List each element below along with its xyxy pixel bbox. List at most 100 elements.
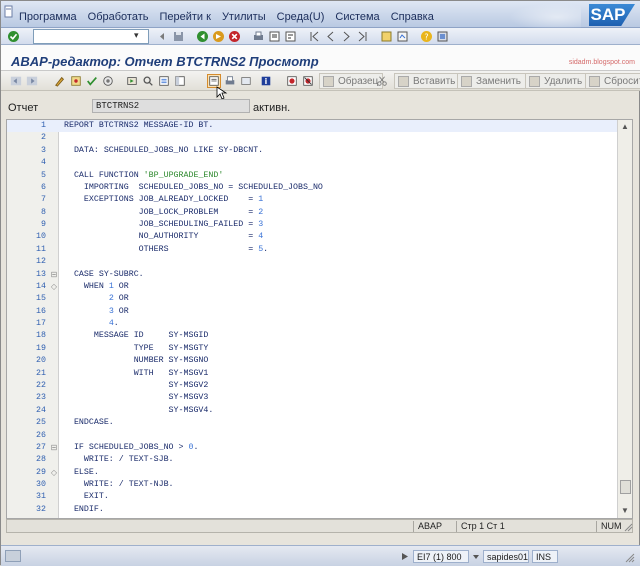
menu-item[interactable]: Справка xyxy=(391,11,434,23)
back-icon[interactable] xyxy=(196,30,209,43)
where-used-icon[interactable] xyxy=(141,74,155,88)
status-bar: EI7 (1) 800 sapides01 INS xyxy=(1,545,640,566)
code-line[interactable]: 2 xyxy=(7,132,617,144)
forward-nav-icon[interactable] xyxy=(25,74,39,88)
help-icon[interactable]: ? xyxy=(420,30,433,43)
code-line[interactable]: 1 REPORT BTCTRNS2 MESSAGE-ID BT. xyxy=(7,120,617,132)
code-line[interactable]: 15 2 OR xyxy=(7,293,617,305)
code-line[interactable]: 22 SY-MSGV2 xyxy=(7,380,617,392)
fullscreen-icon[interactable] xyxy=(239,74,253,88)
code-line[interactable]: 13 ⊟ CASE SY-SUBRC. xyxy=(7,269,617,281)
replace-button[interactable]: Заменить xyxy=(457,73,526,89)
fold-marker-icon[interactable]: ⊟ xyxy=(50,443,58,453)
code-line[interactable]: 28 WRITE: / TEXT-SJB. xyxy=(7,454,617,466)
test-run-icon[interactable] xyxy=(125,74,139,88)
menu-item[interactable]: Утилиты xyxy=(222,11,266,23)
menu-item[interactable]: Среда(U) xyxy=(277,11,325,23)
code-line[interactable]: 14 ◇ WHEN 1 OR xyxy=(7,281,617,293)
delete-breakpoint-icon[interactable] xyxy=(301,74,315,88)
back-arrow-small-icon[interactable] xyxy=(156,30,169,43)
fold-marker-icon[interactable]: ◇ xyxy=(50,282,58,292)
print-icon[interactable] xyxy=(252,30,265,43)
reset-button[interactable]: Сбросит xyxy=(585,73,640,89)
code-line[interactable]: 6 IMPORTING SCHEDULED_JOBS_NO = SCHEDULE… xyxy=(7,182,617,194)
code-line[interactable]: 16 3 OR xyxy=(7,306,617,318)
next-page-icon[interactable] xyxy=(340,30,353,43)
exit-icon[interactable] xyxy=(212,30,225,43)
object-list-icon[interactable] xyxy=(157,74,171,88)
code-line[interactable]: 25 ENDCASE. xyxy=(7,417,617,429)
code-line[interactable]: 8 JOB_LOCK_PROBLEM = 2 xyxy=(7,207,617,219)
scroll-up-icon[interactable]: ▲ xyxy=(621,122,629,131)
menu-item[interactable]: Система xyxy=(335,11,379,23)
system-dropdown-icon[interactable] xyxy=(472,553,480,561)
scrollbar-thumb[interactable] xyxy=(620,480,631,494)
cut-icon[interactable] xyxy=(375,74,389,88)
fold-marker-icon xyxy=(50,406,58,416)
code-line[interactable]: 24 SY-MSGV4. xyxy=(7,405,617,417)
code-line[interactable]: 4 xyxy=(7,157,617,169)
program-name-field[interactable]: BTCTRNS2 xyxy=(92,99,250,113)
command-field-history-icon[interactable]: ▾ xyxy=(134,30,139,41)
code-line[interactable]: 12 xyxy=(7,256,617,268)
code-line[interactable]: 17 4. xyxy=(7,318,617,330)
fold-marker-icon[interactable]: ⊟ xyxy=(50,270,58,280)
back-nav-icon[interactable] xyxy=(9,74,23,88)
line-number: 2 xyxy=(41,133,46,143)
create-session-icon[interactable] xyxy=(380,30,393,43)
window-menu-icon[interactable] xyxy=(4,5,13,18)
resize-grip-icon[interactable] xyxy=(624,521,633,532)
status-message-icon[interactable] xyxy=(5,550,21,562)
other-object-icon[interactable] xyxy=(69,74,83,88)
code-line[interactable]: 26 xyxy=(7,430,617,442)
first-page-icon[interactable] xyxy=(308,30,321,43)
insert-button[interactable]: Вставить xyxy=(394,73,461,89)
fold-marker-icon[interactable]: ◇ xyxy=(50,468,58,478)
code-line[interactable]: 23 SY-MSGV3 xyxy=(7,392,617,404)
find-icon[interactable] xyxy=(268,30,281,43)
activate-icon[interactable] xyxy=(101,74,115,88)
command-field[interactable] xyxy=(33,29,149,44)
code-line[interactable]: 19 TYPE SY-MSGTY xyxy=(7,343,617,355)
code-line[interactable]: 29 ◇ ELSE. xyxy=(7,467,617,479)
delete-button[interactable]: Удалить xyxy=(525,73,588,89)
system-info-toggle-icon[interactable] xyxy=(401,552,409,561)
info-icon[interactable]: i xyxy=(259,74,273,88)
set-breakpoint-icon[interactable] xyxy=(285,74,299,88)
save-icon[interactable] xyxy=(172,30,185,43)
vertical-scrollbar[interactable]: ▲ ▼ xyxy=(617,120,632,518)
menu-item[interactable]: Программа xyxy=(19,11,77,23)
code-line[interactable]: 27 ⊟ IF SCHEDULED_JOBS_NO > 0. xyxy=(7,442,617,454)
menu-item[interactable]: Перейти к xyxy=(159,11,210,23)
last-page-icon[interactable] xyxy=(356,30,369,43)
check-syntax-icon[interactable] xyxy=(85,74,99,88)
enter-check-icon[interactable] xyxy=(7,30,20,43)
watermark: sidadm.blogspot.com xyxy=(568,59,635,66)
code-line[interactable]: 10 NO_AUTHORITY = 4 xyxy=(7,231,617,243)
code-line[interactable]: 21 WITH SY-MSGV1 xyxy=(7,368,617,380)
display-change-icon[interactable] xyxy=(53,74,67,88)
code-line[interactable]: 3 DATA: SCHEDULED_JOBS_NO LIKE SY-DBCNT. xyxy=(7,145,617,157)
code-line[interactable]: 30 WRITE: / TEXT-NJB. xyxy=(7,479,617,491)
code-line[interactable]: 7 EXCEPTIONS JOB_ALREADY_LOCKED = 1 xyxy=(7,194,617,206)
code-editor[interactable]: 1 REPORT BTCTRNS2 MESSAGE-ID BT. 2 3 DATA: … xyxy=(6,119,633,519)
generate-shortcut-icon[interactable] xyxy=(396,30,409,43)
pattern-button[interactable]: Образец xyxy=(319,73,384,89)
customize-layout-icon[interactable] xyxy=(436,30,449,43)
find-next-icon[interactable] xyxy=(284,30,297,43)
cancel-icon[interactable] xyxy=(228,30,241,43)
code-line[interactable]: 32 ENDIF. xyxy=(7,504,617,516)
code-line[interactable]: 11 OTHERS = 5. xyxy=(7,244,617,256)
line-number: 28 xyxy=(36,455,46,465)
code-line[interactable]: 31 EXIT. xyxy=(7,491,617,503)
code-line[interactable]: 18 MESSAGE ID SY-MSGID xyxy=(7,330,617,342)
previous-page-icon[interactable] xyxy=(324,30,337,43)
code-line[interactable]: 20 NUMBER SY-MSGNO xyxy=(7,355,617,367)
menu-item[interactable]: Обработать xyxy=(88,11,149,23)
navigation-window-icon[interactable] xyxy=(173,74,187,88)
code-text: WHEN 1 OR xyxy=(64,281,129,291)
code-line[interactable]: 5 CALL FUNCTION 'BP_UPGRADE_END' xyxy=(7,170,617,182)
status-resize-grip-icon[interactable] xyxy=(625,553,635,563)
code-line[interactable]: 9 JOB_SCHEDULING_FAILED = 3 xyxy=(7,219,617,231)
scroll-down-icon[interactable]: ▼ xyxy=(621,506,629,515)
